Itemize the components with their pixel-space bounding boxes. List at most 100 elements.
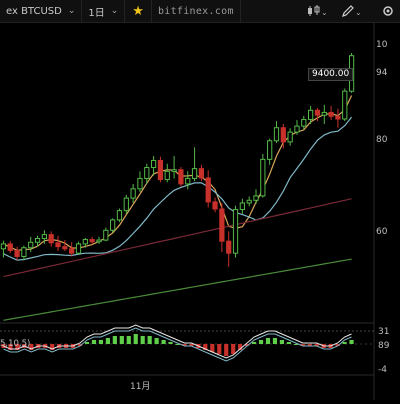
candle-up <box>130 188 136 199</box>
indicator-pane <box>1 324 354 362</box>
candle-up <box>321 111 327 116</box>
candles <box>0 53 355 267</box>
chart-area[interactable]: 9400.00 10 94 80 60 5,10,5) 31 89 -4 11月 <box>0 23 400 400</box>
candle-up <box>342 90 348 120</box>
indicator-bar <box>217 344 222 354</box>
candle-down <box>89 239 95 243</box>
candle-down <box>280 127 286 143</box>
price-tick-label: 10 <box>376 40 388 50</box>
candle-up <box>41 234 47 239</box>
last-price-label: 9400.00 <box>308 68 354 81</box>
indicator-bar <box>126 336 131 344</box>
indicator-line-fast <box>3 324 352 359</box>
candle-up <box>21 247 27 257</box>
indicator-bar <box>265 338 271 344</box>
indicator-bar <box>258 340 264 344</box>
indicator-bar <box>272 338 278 344</box>
time-axis-label: 11月 <box>130 382 151 392</box>
candle-up <box>308 109 314 121</box>
settings-button[interactable] <box>380 0 398 22</box>
interval-label: 1日 <box>88 7 105 19</box>
candle-up <box>294 125 300 133</box>
candle-down <box>62 246 68 250</box>
indicator-bar <box>98 340 104 344</box>
interval-selector[interactable]: 1日 ⌄ <box>82 0 126 22</box>
candle-down <box>328 111 334 117</box>
indicator-bar <box>168 342 173 344</box>
chevron-down-icon: ⌄ <box>67 6 76 16</box>
indicator-bar <box>91 340 97 344</box>
indicator-tick-label: -4 <box>378 365 387 375</box>
candle-up <box>150 159 157 169</box>
candle-down <box>335 115 341 120</box>
candle-type-icon: ⌄ <box>308 5 327 17</box>
candle-up <box>246 199 252 204</box>
ma-long-line <box>3 258 352 321</box>
indicator-bar <box>119 336 124 344</box>
indicator-bar <box>161 340 166 344</box>
indicator-tick-label: 31 <box>378 327 390 337</box>
candle-down <box>55 242 61 248</box>
candle-up <box>260 158 266 197</box>
settings-icon <box>383 6 393 16</box>
candle-up <box>267 140 273 160</box>
candle-down <box>205 177 211 203</box>
candle-up <box>164 170 170 181</box>
candle-down <box>226 240 232 254</box>
indicator-bar <box>286 342 291 344</box>
candle-up <box>301 119 307 127</box>
candle-down <box>69 248 75 254</box>
candle-up <box>0 243 7 250</box>
indicator-bar <box>251 342 257 344</box>
symbol-label: ex BTCUSD <box>6 5 62 17</box>
candle-up <box>185 177 191 185</box>
pencil-icon: ⌄ <box>342 5 362 17</box>
site-label: bitfinex.com <box>157 5 234 17</box>
indicator-bar <box>224 344 229 356</box>
candle-up <box>96 239 102 243</box>
indicator-bar <box>140 336 145 344</box>
candle-down <box>7 243 13 251</box>
price-tick-label: 60 <box>376 227 388 237</box>
indicator-tick-label: 89 <box>378 341 390 351</box>
drawing-tools-button[interactable]: ⌄ <box>340 0 362 22</box>
ma-fast-line <box>3 95 353 251</box>
indicator-bar <box>349 340 354 344</box>
indicator-bar <box>147 336 152 344</box>
candle-up <box>239 202 245 211</box>
indicator-bar <box>112 336 117 344</box>
candle-up <box>110 219 116 231</box>
candle-down <box>314 109 321 116</box>
candle-type-button[interactable]: ⌄ <box>305 0 327 22</box>
price-tick-label: 80 <box>376 135 388 145</box>
price-tick-label: 94 <box>376 68 388 78</box>
candle-down <box>198 168 205 179</box>
candle-up <box>116 210 123 221</box>
candle-up <box>273 127 280 142</box>
candle-down <box>212 201 218 210</box>
candle-down <box>14 249 20 257</box>
candle-up <box>287 131 293 143</box>
candle-down <box>157 159 164 181</box>
chart-toolbar: ex BTCUSD ⌄ 1日 ⌄ ★ bitfinex.com ⌄ ⌄ <box>0 0 400 23</box>
symbol-selector[interactable]: ex BTCUSD ⌄ <box>0 0 83 22</box>
indicator-bar <box>279 340 284 344</box>
indicator-bar <box>133 334 138 344</box>
candle-up <box>103 229 109 241</box>
candle-up <box>232 209 239 254</box>
indicator-params-label: 5,10,5) <box>0 339 31 349</box>
indicator-bar <box>342 342 347 344</box>
candle-up <box>75 243 82 254</box>
star-icon[interactable]: ★ <box>125 0 152 22</box>
site-link[interactable]: bitfinex.com <box>152 0 241 22</box>
indicator-bar <box>231 344 236 354</box>
svg-text:⌄: ⌄ <box>355 8 362 17</box>
candle-up <box>191 168 198 179</box>
chevron-down-icon: ⌄ <box>110 6 119 16</box>
candle-up <box>137 177 143 190</box>
candle-down <box>219 208 225 242</box>
indicator-bar <box>84 342 90 344</box>
candle-down <box>178 169 184 185</box>
candle-down <box>48 234 54 244</box>
candle-up <box>28 241 34 249</box>
